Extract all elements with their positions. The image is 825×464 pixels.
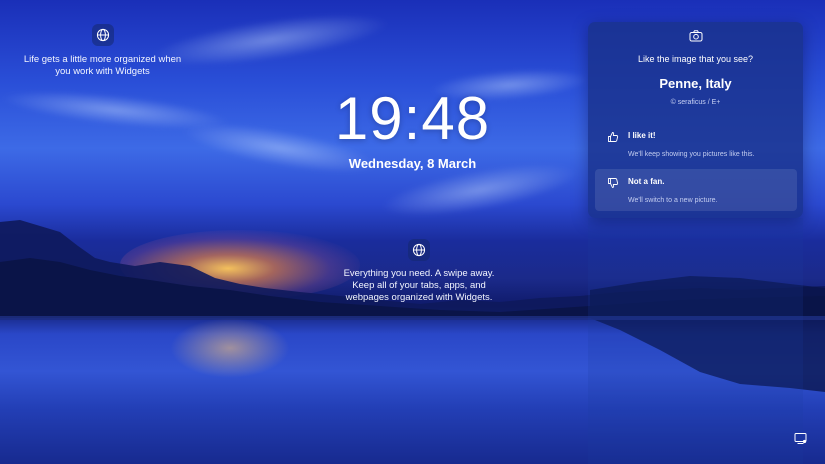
hint-line: Keep all of your tabs, apps, and — [352, 280, 486, 291]
hint-line: Life gets a little more organized when — [23, 54, 182, 65]
widgets-button-top[interactable] — [92, 24, 114, 46]
clock-time: 19:48 — [334, 85, 491, 152]
dislike-option[interactable]: Not a fan. We'll switch to a new picture… — [595, 169, 797, 211]
hint-line: Everything you need. A swipe away. — [343, 268, 495, 279]
spotlight-credit: © seraficus / E+ — [670, 99, 721, 106]
option-title: I like it! — [628, 131, 656, 140]
spotlight-panel: Like the image that you see? Penne, Ital… — [588, 22, 803, 218]
widgets-button-center[interactable] — [408, 239, 430, 261]
notification-icon[interactable] — [794, 432, 807, 445]
spotlight-question: Like the image that you see? — [637, 54, 754, 64]
globe-icon — [412, 243, 426, 257]
option-subtitle: We'll switch to a new picture. — [628, 197, 718, 204]
option-subtitle: We'll keep showing you pictures like thi… — [628, 151, 755, 158]
option-title: Not a fan. — [628, 177, 665, 186]
clock-date: Wednesday, 8 March — [348, 156, 477, 171]
widgets-hint-top: Life gets a little more organized when y… — [20, 54, 185, 78]
thumbs-up-icon — [608, 132, 619, 142]
thumbs-down-icon — [608, 178, 619, 188]
sun-reflection — [170, 318, 290, 378]
spotlight-location: Penne, Italy — [659, 76, 732, 91]
widgets-hint-center: Everything you need. A swipe away. Keep … — [330, 268, 508, 304]
hint-line: you work with Widgets — [55, 66, 150, 77]
hint-line: webpages organized with Widgets. — [345, 292, 493, 303]
panel-backdrop — [588, 218, 803, 464]
lock-screen: Life gets a little more organized when y… — [0, 0, 825, 464]
globe-icon — [96, 28, 110, 42]
like-option[interactable]: I like it! We'll keep showing you pictur… — [595, 123, 797, 165]
camera-icon[interactable] — [688, 28, 704, 44]
